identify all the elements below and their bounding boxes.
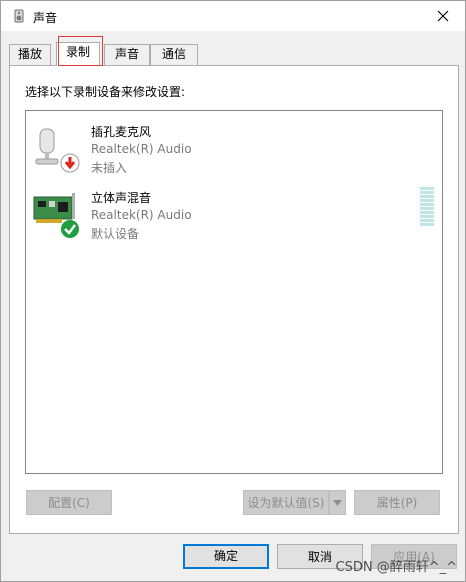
sound-dialog: 声音 播放 录制 声音 通信 选择以下录制设备来修改设置: 插孔麦克风 Real… — [0, 0, 466, 582]
instruction-text: 选择以下录制设备来修改设置: — [25, 85, 186, 99]
tab-communications[interactable]: 通信 — [150, 44, 198, 65]
level-meter — [420, 187, 434, 229]
device-driver: Realtek(R) Audio — [91, 142, 192, 156]
properties-button[interactable]: 属性(P) — [354, 490, 440, 515]
watermark: CSDN @醉雨轩^_^ — [335, 560, 457, 575]
device-driver: Realtek(R) Audio — [91, 208, 192, 222]
chevron-down-icon — [333, 500, 342, 506]
set-default-button[interactable]: 设为默认值(S) — [243, 490, 329, 515]
close-button[interactable] — [421, 1, 465, 31]
device-status: 未插入 — [91, 161, 128, 175]
device-name: 立体声混音 — [91, 191, 152, 205]
tab-sounds[interactable]: 声音 — [104, 44, 150, 65]
check-badge-icon — [61, 220, 79, 238]
close-icon — [437, 10, 449, 22]
configure-button[interactable]: 配置(C) — [26, 490, 112, 515]
list-item[interactable]: 立体声混音 Realtek(R) Audio 默认设备 — [26, 187, 442, 247]
device-name: 插孔麦克风 — [91, 125, 152, 139]
device-list[interactable]: 插孔麦克风 Realtek(R) Audio 未插入 立体声混音 Realtek… — [25, 110, 443, 474]
tab-recording[interactable]: 录制 — [56, 42, 100, 66]
down-arrow-badge-icon — [60, 153, 80, 173]
tab-playback[interactable]: 播放 — [9, 44, 51, 65]
list-item[interactable]: 插孔麦克风 Realtek(R) Audio 未插入 — [26, 121, 442, 181]
device-status: 默认设备 — [91, 227, 140, 241]
window-title: 声音 — [33, 11, 58, 25]
title-bar: 声音 — [1, 1, 465, 31]
recording-panel: 选择以下录制设备来修改设置: 插孔麦克风 Realtek(R) Audio 未插… — [9, 65, 459, 534]
set-default-dropdown[interactable] — [329, 490, 346, 515]
ok-button[interactable]: 确定 — [183, 544, 269, 569]
speaker-icon — [14, 9, 24, 23]
